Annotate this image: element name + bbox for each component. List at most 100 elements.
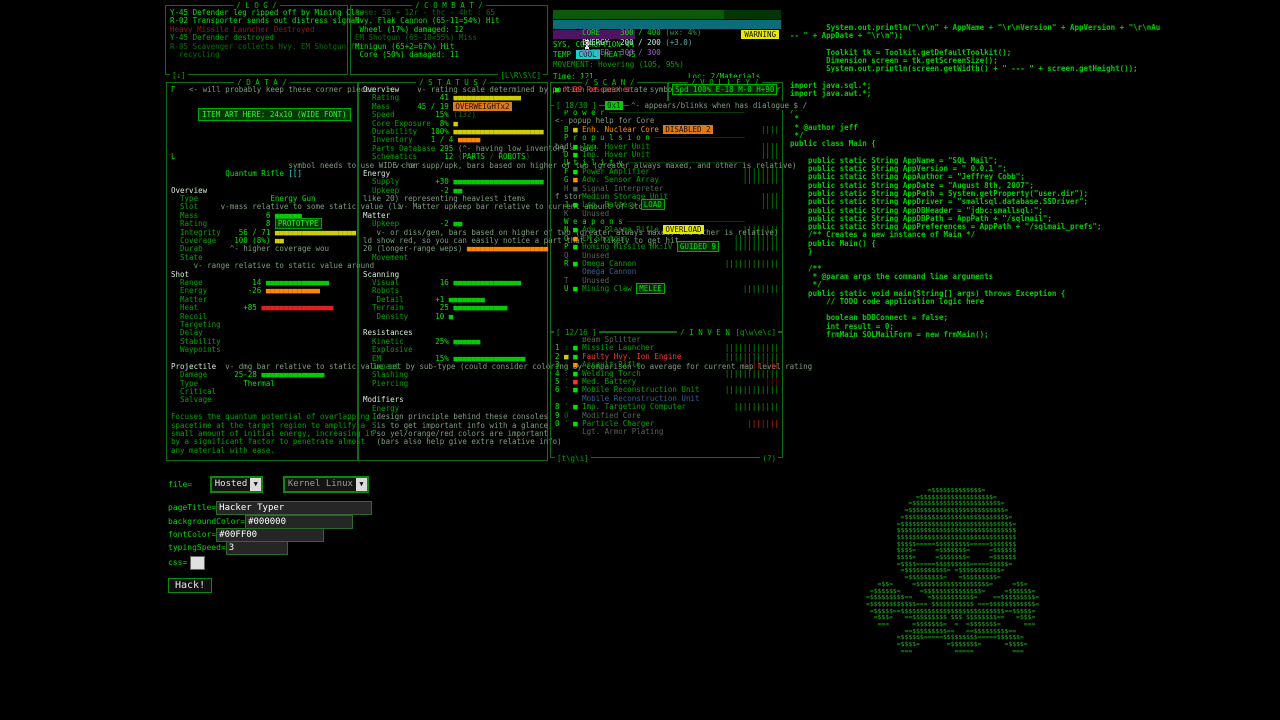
text-seg bbox=[171, 169, 225, 178]
integrity-bars: |||| bbox=[761, 126, 779, 134]
code-line: System.out.println(screen.getWidth() + "… bbox=[790, 65, 1160, 73]
energy-value: 200 / 200 bbox=[620, 38, 661, 47]
css-label: css= bbox=[168, 558, 187, 567]
text-seg bbox=[632, 85, 650, 94]
text-seg: ■ bbox=[449, 312, 454, 321]
text-seg bbox=[171, 110, 198, 119]
ascii-skull-art: =$$$$$$$$$$$$$= =$$$$$$$$$$$$$$$$$$$= =$… bbox=[866, 487, 1039, 655]
panel-inv: / I N V E N T O R Y /[ 12/16 ][t\g\i](?)… bbox=[550, 332, 783, 458]
text-seg bbox=[363, 437, 377, 446]
core-bar: CORE300 / 400 (wx: 4%) bbox=[553, 10, 781, 19]
text-seg: ^- higher coverage wou bbox=[230, 244, 329, 253]
text-line: any material with ease. bbox=[171, 447, 357, 455]
text-line: Spd 100% E-18 M-0 H+90 bbox=[672, 86, 782, 94]
text-seg: ||||||| bbox=[747, 419, 779, 428]
text-seg: GUIDED 9 bbox=[677, 241, 719, 252]
text-seg: any material with ease. bbox=[171, 446, 275, 455]
text-line: Lgt. Armor Plating bbox=[555, 428, 782, 436]
text-seg: Salvage bbox=[171, 395, 212, 404]
text-seg: U bbox=[555, 284, 573, 293]
integrity-bars: |||||||||||| bbox=[725, 386, 779, 394]
warning-badge: WARNING bbox=[741, 30, 779, 39]
text-line: Quantum Rifle [[] bbox=[171, 170, 357, 178]
code-line: frmMain SQLMailForm = new frmMain(); bbox=[790, 331, 1160, 339]
text-line bbox=[171, 128, 357, 136]
text-seg: ■■■■■■■■■■■■■■■■■■ bbox=[467, 244, 548, 253]
text-line: (bars also help give extra relative info… bbox=[363, 438, 562, 446]
code-line bbox=[790, 99, 1160, 107]
panel-marker: (?) bbox=[760, 454, 778, 463]
text-seg: Quantum Rifle bbox=[225, 169, 288, 178]
integrity-bars: |||||||||||| bbox=[725, 260, 779, 268]
text-seg: |||||||||||| bbox=[725, 385, 779, 394]
text-seg: Waypoints bbox=[171, 345, 221, 354]
text-line: Core (50%) damaged: 11 bbox=[355, 51, 547, 59]
panel-marker: [t\g\i] bbox=[555, 454, 591, 463]
chevron-down-icon[interactable]: ▼ bbox=[250, 478, 261, 491]
text-seg: ──────────────────── bbox=[654, 133, 744, 142]
text-seg: 15% bbox=[435, 354, 453, 363]
text-line: ITEM ART HERE: 24x10 (WIDE FONT) bbox=[171, 111, 357, 119]
integrity-bars: |||| bbox=[761, 151, 779, 159]
kernel-select[interactable]: Kernel Linux▼ bbox=[283, 476, 369, 493]
text-seg: 25% bbox=[435, 337, 453, 346]
energy-label: ENERGY bbox=[582, 38, 620, 47]
code-line: * @param args the command line arguments bbox=[790, 273, 1160, 281]
text-line: Movement bbox=[363, 254, 547, 262]
text-line: Waypoints bbox=[171, 346, 357, 354]
chevron-down-icon[interactable]: ▼ bbox=[356, 478, 367, 491]
file-label: file= bbox=[168, 480, 192, 489]
panel-status: / S T A T U S /Overview v- rating scale … bbox=[358, 82, 548, 461]
parts-count-badge: 0x1 bbox=[605, 101, 623, 110]
panel-parts: [ 18/30 ]0x1^- appears/blinks when has d… bbox=[550, 105, 783, 332]
panel-log: / L O G /[↓]Y-45 Defender leg ripped off… bbox=[165, 5, 348, 75]
text-line: Piercing bbox=[363, 380, 547, 388]
movement-row: MOVEMENT: Hovering (105, 95%) bbox=[553, 60, 781, 69]
text-seg: v- range relative to static value around bbox=[194, 261, 375, 270]
core-value: 300 / 400 bbox=[620, 28, 661, 37]
text-line bbox=[171, 94, 357, 102]
matter-label: MATTER bbox=[582, 48, 620, 57]
text-line: Salvage bbox=[171, 396, 357, 404]
file-select[interactable]: Hosted▼ bbox=[210, 476, 264, 493]
java-code-output[interactable]: System.out.println("\r\n" + AppName + "\… bbox=[790, 24, 1160, 339]
text-seg: |||||||| bbox=[743, 284, 779, 293]
text-seg: |||||||||| bbox=[734, 242, 779, 251]
integrity-bars: |||||||||| bbox=[734, 403, 779, 411]
matter-value: 300 / 300 bbox=[620, 48, 661, 57]
integrity-bars: |||||||||| bbox=[734, 243, 779, 251]
code-line: public Main() { bbox=[790, 240, 1160, 248]
text-seg bbox=[399, 278, 440, 287]
text-seg: 16 bbox=[440, 278, 454, 287]
integrity-bars: |||| bbox=[761, 201, 779, 209]
panel-marker: [ 12/16 ] bbox=[554, 328, 599, 337]
css-input[interactable] bbox=[190, 556, 205, 570]
text-seg: Mining Claw bbox=[578, 284, 637, 293]
text-seg: Core (50%) damaged: 11 bbox=[355, 50, 459, 59]
text-line: U ■ Mining Claw MELEE|||||||| bbox=[555, 285, 782, 293]
code-line: * @author jeff bbox=[790, 124, 1160, 132]
text-seg: |||| bbox=[761, 125, 779, 134]
text-seg: (bars also help give extra relative info… bbox=[377, 437, 562, 446]
text-seg: MELEE bbox=[636, 283, 665, 294]
text-line bbox=[171, 145, 357, 153]
core-bar-fill bbox=[553, 10, 724, 19]
text-seg: ■■■■■■■■■■■■■■■■ bbox=[261, 303, 333, 312]
text-seg: ■■■■■■■■■■■■ bbox=[266, 286, 320, 295]
integrity-bars: |||||||| bbox=[743, 176, 779, 184]
text-line bbox=[171, 120, 357, 128]
panel-combat: / C O M B A T /[L\R\S\C]Base: 58 + 12r -… bbox=[350, 5, 548, 75]
typingspeed-input[interactable] bbox=[226, 541, 288, 555]
panel-data: / D A T A /Γ <- will probably keep these… bbox=[166, 82, 358, 461]
text-seg: ■■■■■■■■■■■■■■■ bbox=[453, 278, 521, 287]
text-line: v- range relative to static value around bbox=[171, 262, 374, 270]
text-seg: |||||||| bbox=[743, 175, 779, 184]
code-line: // TODO code application logic here bbox=[790, 298, 1160, 306]
text-seg: [[] bbox=[288, 169, 302, 178]
text-seg: ■■■■■■■■■■■■ bbox=[453, 303, 507, 312]
code-line: /** bbox=[790, 107, 1160, 115]
panel-marker: [↓] bbox=[170, 71, 188, 80]
text-seg: 10 bbox=[435, 312, 449, 321]
text-seg: X-09 Researcher bbox=[564, 85, 632, 94]
hack-button[interactable]: Hack! bbox=[168, 578, 212, 593]
